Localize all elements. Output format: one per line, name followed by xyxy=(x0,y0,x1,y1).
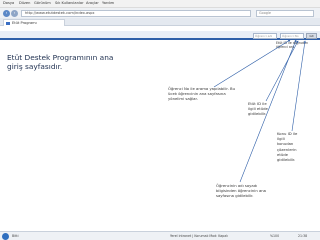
arrow-konu-id xyxy=(291,40,306,132)
zoom-level[interactable]: %100 xyxy=(270,234,279,238)
arrow-student-no xyxy=(213,39,291,88)
annotation-arrows xyxy=(213,39,306,183)
clock: 21:38 xyxy=(298,234,308,238)
status-text: Bitti xyxy=(12,234,19,238)
arrow-etut-id xyxy=(265,40,299,102)
windows-start-icon[interactable] xyxy=(2,233,9,240)
status-bar: Bitti Yerel intranet | Korumalı Mod: Kap… xyxy=(0,231,320,240)
arrow-student-name xyxy=(239,39,297,183)
security-zone: Yerel intranet | Korumalı Mod: Kapalı xyxy=(170,234,228,238)
